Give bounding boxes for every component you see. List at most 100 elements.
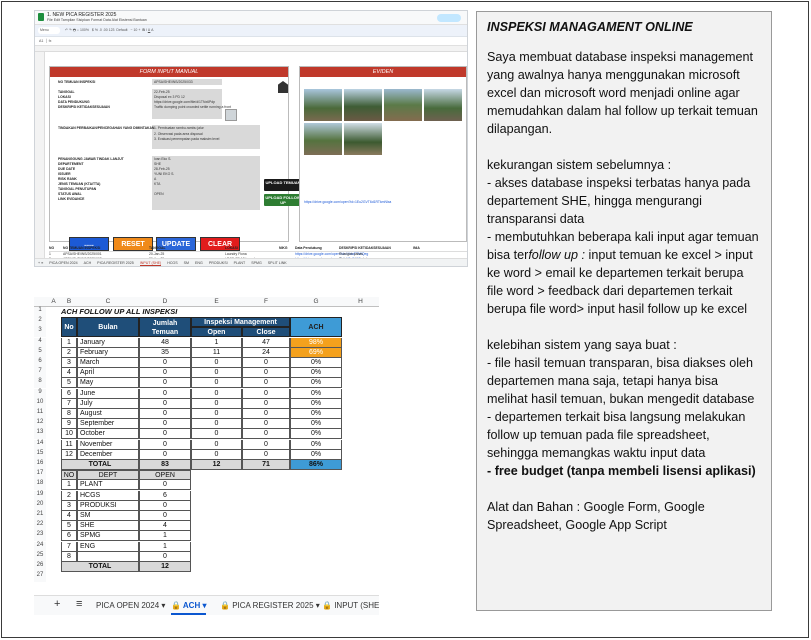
row-number[interactable]: 6 (34, 358, 46, 368)
penanggung-field-box[interactable] (152, 156, 260, 210)
ach-title: ACH FOLLOW UP ALL INSPEKSI (61, 307, 178, 316)
row-number[interactable]: 26 (34, 562, 46, 572)
column-header[interactable]: C (77, 298, 139, 305)
tab-pica-open-2024[interactable]: PICA OPEN 2024 ▾ (96, 601, 165, 610)
tab-ach[interactable]: 🔒 ACH ▾ (171, 601, 207, 615)
form-field-value[interactable]: 1. Pembuatan rambu-rambu jalur (154, 126, 204, 130)
row-number[interactable]: 16 (34, 460, 46, 470)
formula-bar[interactable]: A1 │ fx (35, 37, 467, 46)
sheet-tab[interactable]: SPLIT LINK (268, 261, 287, 265)
total-open: 12 (191, 460, 242, 470)
menu-search[interactable]: Menu (38, 27, 60, 34)
sheet-tab[interactable]: INPUT (SHE) (139, 261, 162, 266)
cell-bulan: December (77, 449, 139, 460)
upload-followup-button[interactable]: UPLOAD FOLLOW UP (264, 194, 302, 206)
form-field-value[interactable]: Traffic dumping point crowded settle run… (154, 105, 231, 109)
row-number[interactable]: 4 (34, 337, 46, 348)
column-header[interactable]: H (342, 298, 379, 305)
row-number[interactable]: 27 (34, 572, 46, 583)
cell-open: 0 (191, 409, 242, 419)
sheet-tab[interactable]: PICA OPEN 2024 (49, 261, 77, 265)
column-header[interactable]: B (61, 298, 77, 305)
form-field-value[interactable]: YUNI EKO S. (154, 172, 174, 176)
sheet-body: FORM INPUT MANUAL NO TEMUAN INSPEKSI APSA… (45, 52, 467, 264)
cell-jumlah: 0 (139, 449, 191, 460)
cell-jumlah: 0 (139, 409, 191, 419)
cell-no: 3 (61, 358, 77, 368)
column-header[interactable]: F (242, 298, 290, 305)
row-number[interactable]: 5 (34, 347, 46, 358)
cell-ach: 0% (290, 398, 342, 409)
row-number[interactable]: 3 (34, 327, 46, 338)
row-number[interactable]: 20 (34, 500, 46, 511)
row-number[interactable]: 1 (34, 307, 46, 317)
form-field-value[interactable]: OPEN (154, 192, 164, 196)
tab-input-she[interactable]: 🔒 INPUT (SHE) ▾ (322, 601, 379, 610)
font-select[interactable]: Default (116, 28, 127, 32)
row-number[interactable]: 13 (34, 429, 46, 440)
row-number[interactable]: 25 (34, 551, 46, 562)
eviden-panel: EVIDEN https://drive.google.com/open?id=… (299, 66, 467, 242)
upload-temuan-button[interactable]: UPLOAD TEMUAN (264, 179, 302, 191)
sheet-tab[interactable]: ENG (195, 261, 203, 265)
cell-no: 9 (61, 419, 77, 430)
row-number[interactable]: 21 (34, 511, 46, 521)
tab-pica-register-2025[interactable]: 🔒 PICA REGISTER 2025 ▾ (220, 601, 320, 610)
form-field-value[interactable]: A (154, 177, 156, 181)
row-number[interactable]: 7 (34, 368, 46, 379)
zoom-level[interactable]: 100% (80, 28, 89, 32)
sheet-tab[interactable]: PLANT (234, 261, 246, 265)
column-header[interactable]: D (139, 298, 191, 305)
form-field-value[interactable]: SHE (154, 162, 161, 166)
sheet-tab[interactable]: ACH (84, 261, 92, 265)
cell-reference[interactable]: A1 (39, 39, 43, 43)
add-sheet-icon[interactable]: + (54, 598, 60, 610)
form-field-value[interactable]: 28-Feb-25 (154, 167, 170, 171)
cell-jumlah: 0 (139, 388, 191, 399)
column-header[interactable]: G (290, 298, 342, 305)
sheet-tab[interactable]: PICA REGISTER 2025 (97, 261, 134, 265)
form-field-value[interactable]: 2. Observasi pada area disposal (154, 132, 203, 136)
sheet-tab[interactable]: SPMG (251, 261, 262, 265)
form-field-value[interactable]: APSA/SHE/INS/2025/033 (154, 80, 193, 84)
form-field-value[interactable]: Disposal ex 3 PD 12 (154, 95, 185, 99)
row-number[interactable]: 23 (34, 531, 46, 542)
row-number[interactable]: 8 (34, 378, 46, 389)
row-number[interactable]: 9 (34, 388, 46, 399)
cell-ach: 0% (290, 368, 342, 379)
cell-close: 0 (242, 429, 290, 440)
share-button[interactable] (437, 14, 461, 22)
toolbar-tools[interactable]: ↶ ↷ 🖶 ⌕ 100% $ % .0 .00 123 Default − 10… (65, 28, 153, 34)
table-cell: 1 (49, 252, 51, 256)
row-number[interactable]: 17 (34, 470, 46, 481)
column-header[interactable]: E (191, 298, 242, 305)
row-number[interactable]: 24 (34, 541, 46, 552)
row-number[interactable]: 19 (34, 490, 46, 501)
row-number[interactable]: 18 (34, 480, 46, 491)
row-number[interactable]: 14 (34, 439, 46, 450)
form-field-value[interactable]: Ivan Eko S. (154, 157, 171, 161)
row-number[interactable]: 12 (34, 419, 46, 430)
form-field-value[interactable]: KTA (154, 182, 160, 186)
column-header[interactable]: A (46, 298, 61, 305)
add-sheet-icon[interactable]: + ≡ (38, 261, 43, 265)
menu-bar[interactable]: File Edit Tampilan Sisipkan Format Data … (47, 18, 147, 22)
kekurangan-title: kekurangan sistem sebelumnya : (487, 158, 672, 172)
header-close: Close (242, 327, 290, 338)
row-number[interactable]: 11 (34, 409, 46, 419)
evidence-thumbnail (225, 109, 237, 121)
table-header-cell: NIKG (279, 246, 288, 250)
row-number[interactable]: 22 (34, 521, 46, 532)
sheet-tab[interactable]: HCGS (167, 261, 177, 265)
all-sheets-icon[interactable]: ≡ (76, 598, 82, 610)
row-number[interactable]: 15 (34, 449, 46, 460)
form-field-value[interactable]: 22-Feb-25 (154, 90, 170, 94)
form-field-value[interactable]: https://drive.google.com/file/d/1TNx6Pdp (154, 100, 215, 104)
form-field-value[interactable]: 3. Evaluasi penempatan pada maksim level (154, 137, 219, 141)
row-number[interactable]: 2 (34, 317, 46, 328)
sheet-tab[interactable]: SM (184, 261, 189, 265)
eviden-link[interactable]: https://drive.google.com/open?id=1Eu2GVT… (304, 200, 391, 204)
sheet-tab[interactable]: PRODUKSI (209, 261, 228, 265)
cell-no: 11 (61, 439, 77, 450)
row-number[interactable]: 10 (34, 398, 46, 409)
